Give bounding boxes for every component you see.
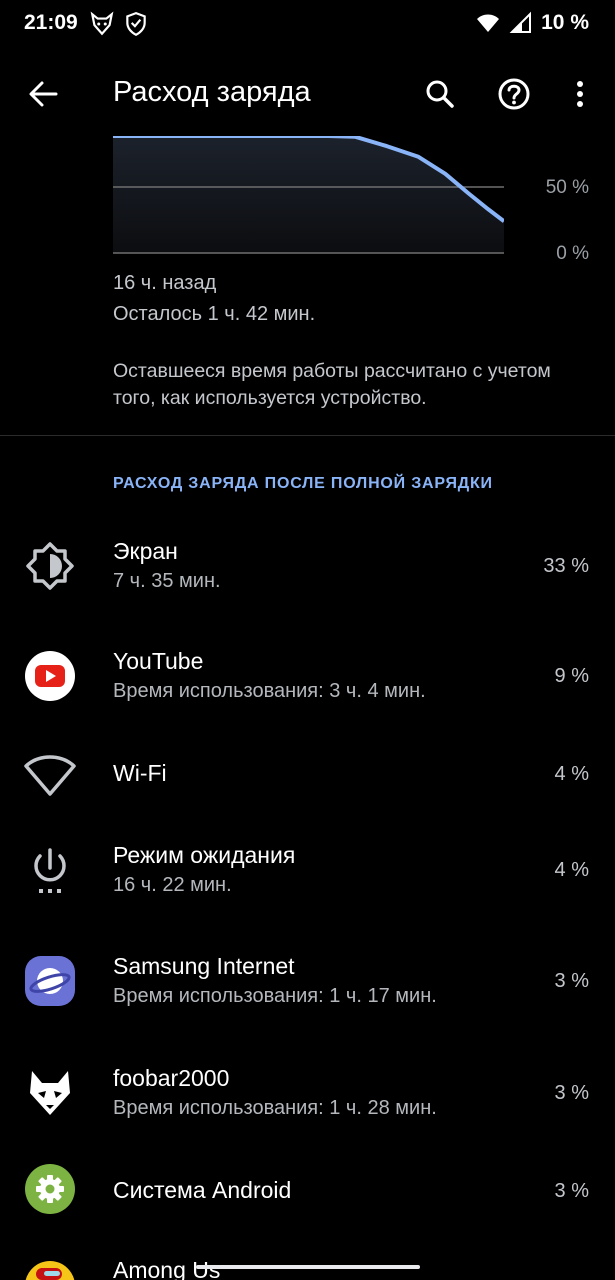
item-percent: 4 % — [554, 763, 589, 785]
graph-label-0: 0 % — [556, 243, 589, 264]
item-title: Экран — [113, 538, 178, 564]
android-system-icon — [25, 1164, 75, 1214]
back-arrow-icon — [29, 81, 58, 107]
list-item-samsung-internet[interactable]: Samsung Internet Время использования: 1 … — [0, 933, 615, 1029]
wifi-icon — [477, 14, 500, 32]
item-title: Samsung Internet — [113, 953, 295, 979]
samsung-internet-icon — [25, 956, 75, 1006]
divider — [0, 435, 615, 436]
back-button[interactable] — [22, 72, 66, 116]
battery-percent: 10 % — [541, 11, 589, 34]
wifi-icon — [24, 755, 76, 796]
brightness-icon — [26, 542, 74, 590]
item-title: Система Android — [113, 1177, 292, 1203]
help-icon — [498, 78, 530, 110]
item-percent: 9 % — [554, 665, 589, 687]
graph-label-50: 50 % — [545, 177, 589, 198]
fox-icon — [90, 11, 114, 36]
estimate-note: Оставшееся время работы рассчитано с уче… — [113, 360, 551, 409]
battery-graph — [113, 136, 504, 254]
among-us-icon — [25, 1261, 75, 1280]
item-percent: 4 % — [554, 859, 589, 881]
list-item-standby[interactable]: Режим ожидания 16 ч. 22 мин. 4 % — [0, 822, 615, 918]
item-title: Wi-Fi — [113, 760, 167, 786]
list-item-wifi[interactable]: Wi-Fi 4 % — [0, 739, 615, 835]
item-percent: 33 % — [543, 555, 589, 577]
search-icon — [426, 80, 454, 108]
time-ago-label: 16 ч. назад — [113, 272, 217, 294]
youtube-icon — [25, 651, 75, 701]
page-title: Расход заряда — [113, 76, 311, 108]
item-subtitle: 16 ч. 22 мин. — [113, 874, 232, 896]
help-button[interactable] — [492, 72, 536, 116]
item-subtitle: Время использования: 1 ч. 17 мин. — [113, 985, 437, 1007]
item-title: Режим ожидания — [113, 842, 296, 868]
list-item-screen[interactable]: Экран 7 ч. 35 мин. 33 % — [0, 518, 615, 614]
remaining-time: Осталось 1 ч. 42 мин. — [113, 303, 316, 325]
item-percent: 3 % — [554, 970, 589, 992]
more-vert-icon — [577, 81, 583, 107]
battery-graph-area — [113, 136, 504, 253]
item-subtitle: Время использования: 1 ч. 28 мин. — [113, 1097, 437, 1119]
item-title: foobar2000 — [113, 1065, 230, 1091]
power-icon — [34, 848, 66, 893]
shield-icon — [126, 12, 146, 37]
item-percent: 3 % — [554, 1082, 589, 1104]
item-subtitle: 7 ч. 35 мин. — [113, 570, 221, 592]
search-button[interactable] — [418, 72, 462, 116]
list-item-youtube[interactable]: YouTube Время использования: 3 ч. 4 мин.… — [0, 628, 615, 724]
status-bar: 21:09 10 % — [0, 0, 615, 50]
foobar2000-icon — [30, 1071, 70, 1115]
item-subtitle: Время использования: 3 ч. 4 мин. — [113, 680, 426, 702]
status-time: 21:09 — [24, 11, 78, 34]
nav-gesture-handle[interactable] — [196, 1265, 420, 1269]
item-title: YouTube — [113, 648, 204, 674]
list-item-android-system[interactable]: Система Android 3 % — [0, 1157, 615, 1253]
app-bar: Расход заряда — [0, 62, 615, 126]
item-percent: 3 % — [554, 1180, 589, 1202]
section-header: РАСХОД ЗАРЯДА ПОСЛЕ ПОЛНОЙ ЗАРЯДКИ — [113, 475, 493, 492]
signal-icon — [509, 11, 532, 33]
more-options-button[interactable] — [558, 72, 602, 116]
list-item-foobar2000[interactable]: foobar2000 Время использования: 1 ч. 28 … — [0, 1045, 615, 1141]
